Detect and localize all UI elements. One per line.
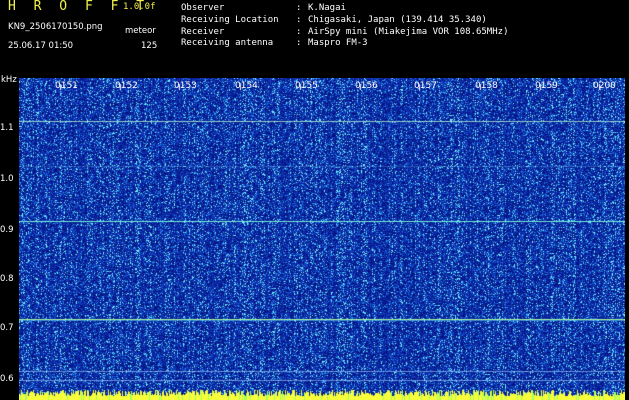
receiver-label: Receiver	[181, 27, 225, 37]
x-tick-label: 0152	[115, 81, 138, 91]
location-label: Receiving Location	[181, 15, 279, 25]
y-tick-label: 0.7	[0, 323, 14, 333]
x-tick-label: 0156	[355, 81, 378, 91]
x-tick-label: 0151	[55, 81, 78, 91]
y-tick-label: 1.0	[0, 174, 14, 184]
x-tick-label: 0159	[535, 81, 558, 91]
x-tick-label: 0200	[593, 81, 616, 91]
app-version: 1.0.0f	[123, 2, 156, 12]
spectrogram-image	[19, 78, 625, 400]
location-value: Chigasaki, Japan (139.414 35.340)	[308, 15, 487, 25]
antenna-label: Receiving antenna	[181, 38, 274, 48]
receiver-sep: :	[296, 27, 302, 37]
header-panel: H R O F F T 1.0.0f KN9_2506170150.png me…	[0, 0, 629, 78]
y-tick-label: 0.6	[0, 374, 14, 384]
x-tick-label: 0153	[174, 81, 197, 91]
observation-mode: meteor	[125, 26, 156, 36]
capture-datetime: 25.06.17 01:50	[8, 41, 74, 51]
x-tick-label: 0157	[414, 81, 437, 91]
frequency-unit: kHz	[1, 75, 17, 85]
x-tick-label: 0158	[475, 81, 498, 91]
antenna-sep: :	[296, 38, 302, 48]
y-tick-label: 0.8	[0, 274, 14, 284]
observer-value: K.Nagai	[308, 3, 346, 13]
x-tick-label: 0155	[295, 81, 318, 91]
antenna-value: Maspro FM-3	[308, 38, 368, 48]
observer-sep: :	[296, 3, 302, 13]
location-sep: :	[296, 15, 302, 25]
y-tick-label: 1.1	[0, 123, 14, 133]
observer-label: Observer	[181, 3, 225, 13]
spectrogram-panel	[19, 78, 625, 400]
echo-count: 125	[141, 41, 158, 51]
receiver-value: AirSpy mini (Miakejima VOR 108.65MHz)	[308, 27, 509, 37]
file-name: KN9_2506170150.png	[8, 22, 103, 32]
y-tick-label: 0.9	[0, 225, 14, 235]
x-tick-label: 0154	[235, 81, 258, 91]
